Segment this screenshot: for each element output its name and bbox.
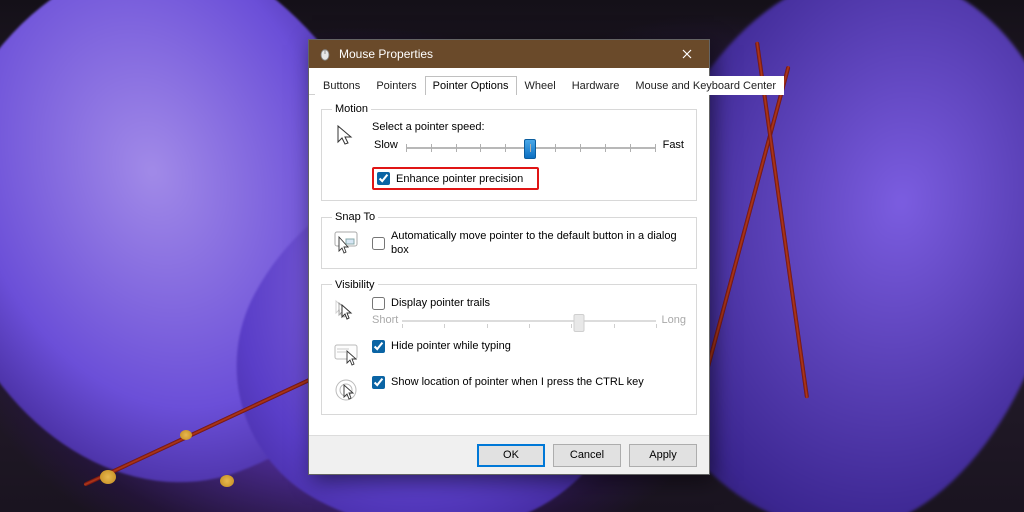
dialog-body: Motion Select a pointer speed: Slow [309, 95, 709, 433]
hide-label: Hide pointer while typing [391, 340, 511, 352]
tab-strip: Buttons Pointers Pointer Options Wheel H… [309, 68, 709, 95]
tab-buttons[interactable]: Buttons [315, 76, 368, 95]
apply-button[interactable]: Apply [629, 444, 697, 467]
trails-label: Display pointer trails [391, 297, 490, 309]
tab-pointer-options[interactable]: Pointer Options [425, 76, 517, 95]
hide-pointer-checkbox[interactable]: Hide pointer while typing [372, 340, 686, 353]
visibility-legend: Visibility [332, 279, 378, 291]
snapto-label: Automatically move pointer to the defaul… [391, 229, 686, 258]
long-label: Long [662, 314, 686, 326]
window-title: Mouse Properties [339, 47, 665, 61]
tab-mouse-keyboard-center[interactable]: Mouse and Keyboard Center [627, 76, 784, 95]
motion-legend: Motion [332, 103, 371, 115]
fast-label: Fast [663, 139, 684, 157]
pointer-trails-slider: Short Long [372, 312, 686, 330]
pointer-speed-icon [332, 121, 360, 147]
ctrl-locate-icon [332, 376, 360, 402]
pointer-trails-icon [332, 297, 360, 323]
mouse-properties-dialog: Mouse Properties Buttons Pointers Pointe… [308, 39, 710, 475]
hide-pointer-icon [332, 340, 360, 366]
wallpaper-pollen [100, 470, 116, 484]
mouse-icon [317, 46, 333, 62]
ok-button[interactable]: OK [477, 444, 545, 467]
tab-wheel[interactable]: Wheel [517, 76, 564, 95]
pointer-speed-slider[interactable] [406, 139, 655, 157]
ctrl-locate-checkbox[interactable]: Show location of pointer when I press th… [372, 376, 686, 389]
dialog-footer: OK Cancel Apply [309, 435, 709, 474]
enhance-pointer-precision-checkbox[interactable]: Enhance pointer precision [377, 172, 523, 185]
pointer-speed-label: Select a pointer speed: [372, 121, 686, 133]
slow-label: Slow [374, 139, 398, 157]
snapto-icon [332, 229, 360, 255]
snapto-checkbox[interactable]: Automatically move pointer to the defaul… [372, 229, 686, 258]
motion-group: Motion Select a pointer speed: Slow [321, 103, 697, 201]
tab-pointers[interactable]: Pointers [368, 76, 424, 95]
desktop-wallpaper: Mouse Properties Buttons Pointers Pointe… [0, 0, 1024, 512]
pointer-trails-checkbox[interactable]: Display pointer trails [372, 297, 686, 310]
cancel-button[interactable]: Cancel [553, 444, 621, 467]
short-label: Short [372, 314, 398, 326]
enhance-label: Enhance pointer precision [396, 173, 523, 185]
close-icon[interactable] [665, 40, 709, 68]
tab-hardware[interactable]: Hardware [564, 76, 628, 95]
highlight-box: Enhance pointer precision [372, 167, 539, 190]
ctrl-label: Show location of pointer when I press th… [391, 376, 644, 388]
visibility-group: Visibility Display pointer trails [321, 279, 697, 415]
snapto-group: Snap To Automatically move pointer to th… [321, 211, 697, 269]
titlebar[interactable]: Mouse Properties [309, 40, 709, 68]
wallpaper-pollen [220, 475, 234, 487]
snapto-legend: Snap To [332, 211, 378, 223]
wallpaper-pollen [180, 430, 192, 440]
